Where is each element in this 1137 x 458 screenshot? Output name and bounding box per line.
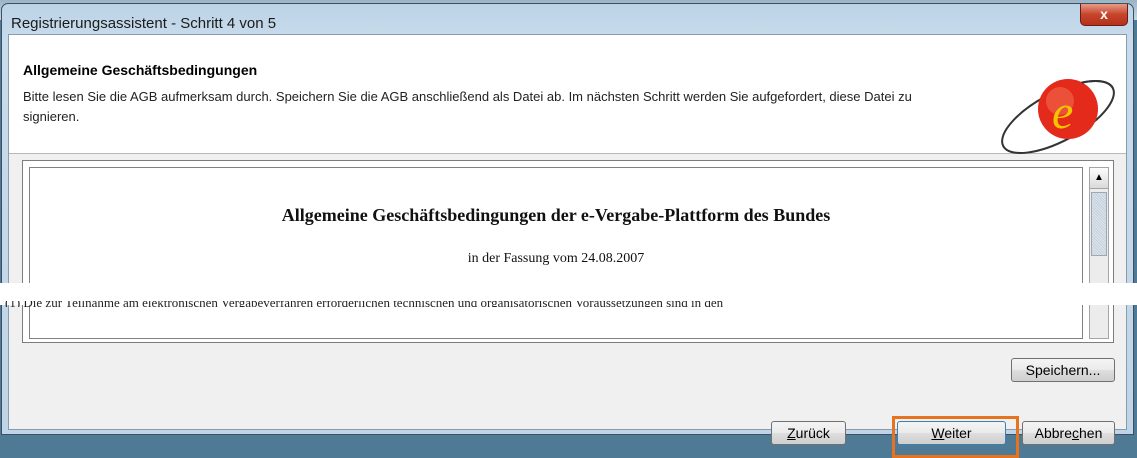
close-button[interactable]: x	[1080, 4, 1128, 26]
save-button[interactable]: Speichern...	[1011, 358, 1115, 382]
page-description: Bitte lesen Sie die AGB aufmerksam durch…	[23, 89, 912, 124]
document-cut-line: (1) Die zur Teilnahme am elektronischen …	[5, 301, 1035, 307]
header-panel: Allgemeine Geschäftsbedingungen Bitte le…	[9, 35, 1126, 155]
vertical-scrollbar[interactable]: ▲	[1089, 167, 1109, 339]
window-title: Registrierungsassistent - Schritt 4 von …	[11, 15, 277, 32]
next-button-highlight	[892, 416, 1019, 458]
wizard-client-area: Allgemeine Geschäftsbedingungen Bitte le…	[8, 34, 1127, 458]
page-title: Allgemeine Geschäftsbedingungen	[23, 62, 258, 78]
cancel-label-end: hen	[1079, 425, 1103, 441]
cancel-label-start: Abbre	[1034, 425, 1072, 441]
back-label: urück	[795, 425, 830, 441]
wizard-window: Registrierungsassistent - Schritt 4 von …	[1, 3, 1134, 458]
logo-letter: e	[1052, 86, 1073, 139]
back-button[interactable]: Zurück	[771, 421, 846, 445]
evergabe-logo-icon: e	[1001, 79, 1115, 155]
document-subheading: in der Fassung vom 24.08.2007	[467, 251, 645, 266]
document-heading: Allgemeine Geschäftsbedingungen der e-Ve…	[281, 205, 831, 225]
cancel-button[interactable]: Abbrechen	[1022, 421, 1115, 445]
scroll-up-arrow-icon[interactable]: ▲	[1090, 168, 1108, 189]
scrollbar-thumb[interactable]	[1091, 192, 1107, 256]
agb-document-view[interactable]: Allgemeine Geschäftsbedingungen der e-Ve…	[29, 167, 1083, 339]
agb-document-frame: Allgemeine Geschäftsbedingungen der e-Ve…	[22, 160, 1114, 343]
close-icon: x	[1100, 6, 1108, 22]
back-mnemonic: Z	[787, 425, 796, 441]
cancel-mnemonic: c	[1072, 425, 1079, 441]
